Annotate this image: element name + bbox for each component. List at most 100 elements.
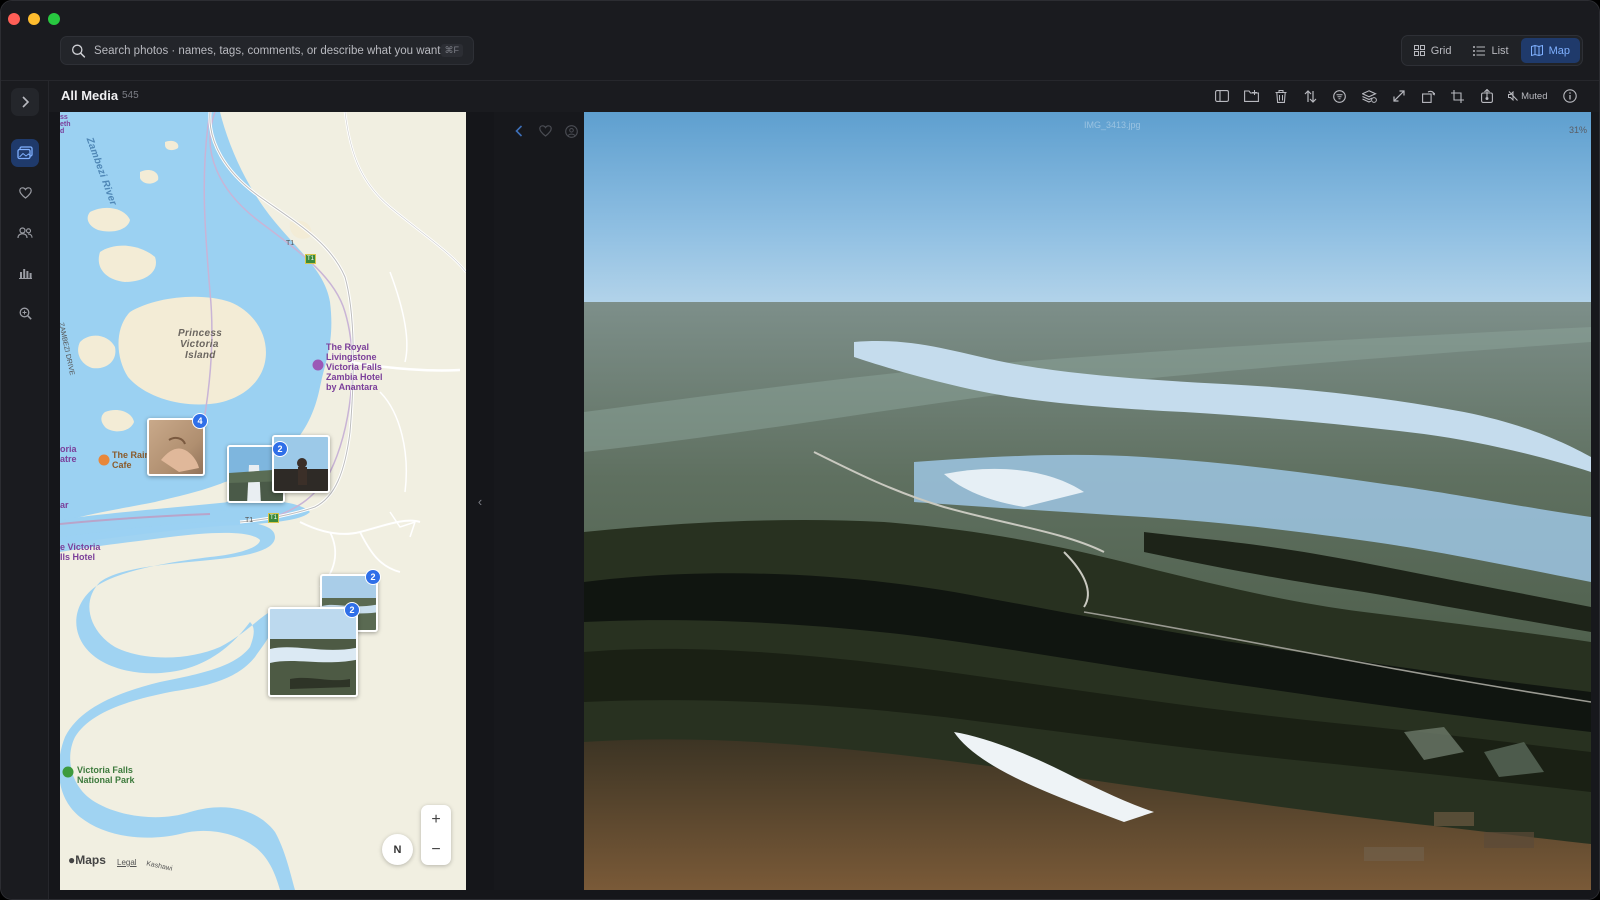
app-window: Search photos · names, tags, comments, o…	[0, 0, 1600, 900]
rotate-button[interactable]	[1414, 85, 1444, 107]
legal-link[interactable]: Legal	[117, 858, 137, 867]
back-button[interactable]	[509, 121, 529, 141]
sidebar-item-favorites[interactable]	[11, 179, 39, 207]
view-map-label: Map	[1548, 44, 1570, 57]
layers-button[interactable]	[1355, 85, 1385, 107]
zoom-search-icon	[19, 307, 32, 320]
edge-label-6: ar	[60, 500, 69, 510]
speaker-muted-icon	[1508, 91, 1518, 101]
route-shield-south: T1	[268, 513, 279, 523]
view-list-button[interactable]: List	[1463, 38, 1518, 63]
sidebar-expand-button[interactable]	[11, 88, 39, 116]
heart-icon	[18, 187, 32, 199]
royal-livingstone-line-1: The Royal	[326, 342, 370, 352]
search-input[interactable]: Search photos · names, tags, comments, o…	[94, 45, 440, 57]
search-icon	[72, 43, 86, 58]
sidebar-item-library[interactable]	[11, 139, 39, 167]
heart-icon	[538, 125, 552, 137]
edge-label-8: lls Hotel	[60, 552, 96, 562]
main-content: Zambezi River Princess Victoria Island Z…	[49, 112, 1599, 899]
cluster-count-badge: 2	[344, 602, 360, 618]
face-detect-button[interactable]	[561, 121, 581, 141]
fullscreen-button[interactable]	[1384, 85, 1414, 107]
zoom-out-button[interactable]: −	[421, 835, 451, 865]
royal-livingstone-line-5: by Anantara	[326, 382, 378, 392]
edge-label-3: d	[60, 128, 65, 135]
face-icon	[564, 124, 578, 138]
view-list-label: List	[1491, 44, 1509, 57]
minimize-window-button[interactable]	[28, 13, 40, 25]
toggle-panel-button[interactable]	[1207, 85, 1237, 107]
rain-cafe-line-2: Cafe	[112, 460, 132, 470]
sidebar-item-search[interactable]	[11, 299, 39, 327]
list-icon	[1473, 45, 1486, 56]
zoom-window-button[interactable]	[48, 13, 60, 25]
trash-icon	[1275, 89, 1287, 103]
national-park-line-2: National Park	[77, 775, 135, 785]
view-grid-button[interactable]: Grid	[1404, 38, 1462, 63]
search-shortcut: ⌘F	[440, 44, 463, 57]
mute-toggle[interactable]: Muted	[1502, 91, 1555, 102]
map-icon	[1530, 45, 1543, 56]
toolbar: Muted	[1207, 85, 1585, 107]
share-button[interactable]	[1473, 85, 1503, 107]
main-photo[interactable]	[584, 112, 1591, 890]
road-label-t1-north: T1	[286, 240, 295, 247]
share-icon	[1481, 89, 1494, 103]
map-zoom-controls: + −	[421, 805, 451, 865]
rain-cafe-line-1: The Rain	[112, 450, 151, 460]
favorite-button[interactable]	[535, 121, 555, 141]
mute-label: Muted	[1521, 90, 1548, 102]
search-bar[interactable]: Search photos · names, tags, comments, o…	[60, 36, 474, 65]
layers-icon	[1361, 89, 1377, 103]
zoom-in-button[interactable]: +	[421, 805, 451, 835]
view-grid-label: Grid	[1430, 44, 1452, 57]
window-controls	[8, 13, 60, 25]
add-folder-icon	[1243, 90, 1259, 102]
view-map-button[interactable]: Map	[1520, 38, 1580, 63]
photo-image	[584, 112, 1591, 890]
maps-brand-label: Maps	[75, 853, 106, 867]
route-shield-north: T1	[305, 254, 316, 264]
collapse-map-button[interactable]: ‹	[466, 112, 494, 890]
filter-button[interactable]	[1325, 85, 1355, 107]
royal-livingstone-line-2: Livingstone	[326, 352, 377, 362]
crop-button[interactable]	[1443, 85, 1473, 107]
sort-button[interactable]	[1296, 85, 1326, 107]
bar-chart-icon	[18, 269, 32, 279]
chevron-left-icon	[515, 125, 523, 137]
filter-icon	[1333, 89, 1347, 103]
view-mode-switcher: Grid List Map	[1400, 35, 1583, 66]
info-button[interactable]	[1556, 85, 1586, 107]
sidebar-item-people[interactable]	[11, 219, 39, 247]
edge-label-1: ss	[60, 114, 68, 121]
map-view[interactable]: Zambezi River Princess Victoria Island Z…	[60, 112, 466, 890]
road-label-t1-south: T1	[245, 517, 254, 524]
national-park-line-1: Victoria Falls	[77, 765, 133, 775]
sidebar-toggle-icon	[1214, 90, 1229, 102]
sidebar-item-stats[interactable]	[11, 259, 39, 287]
photo-cluster-gorge[interactable]	[268, 607, 358, 697]
cluster-count-badge: 4	[192, 413, 208, 429]
cluster-thumbnail	[270, 609, 356, 695]
island-label-3: Island	[185, 350, 216, 361]
edge-label-2: eth	[60, 121, 71, 128]
add-to-album-button[interactable]	[1237, 85, 1267, 107]
maps-brand: ●Maps	[68, 853, 106, 867]
royal-livingstone-line-4: Zambia Hotel	[326, 372, 383, 382]
island-label-2: Victoria	[180, 339, 219, 350]
chevron-right-icon	[22, 96, 30, 108]
sidebar	[1, 81, 49, 899]
edge-label-4: oria	[60, 444, 77, 454]
page-title: All Media	[61, 88, 119, 103]
info-icon	[1563, 89, 1577, 103]
close-window-button[interactable]	[8, 13, 20, 25]
edge-label-7: e Victoria	[60, 542, 101, 552]
crop-icon	[1451, 89, 1465, 103]
compass-button[interactable]: N	[382, 834, 413, 865]
delete-button[interactable]	[1266, 85, 1296, 107]
cluster-count-badge: 2	[272, 441, 288, 457]
media-count: 545	[122, 90, 139, 101]
grid-icon	[1413, 45, 1425, 56]
royal-livingstone-line-3: Victoria Falls	[326, 362, 382, 372]
